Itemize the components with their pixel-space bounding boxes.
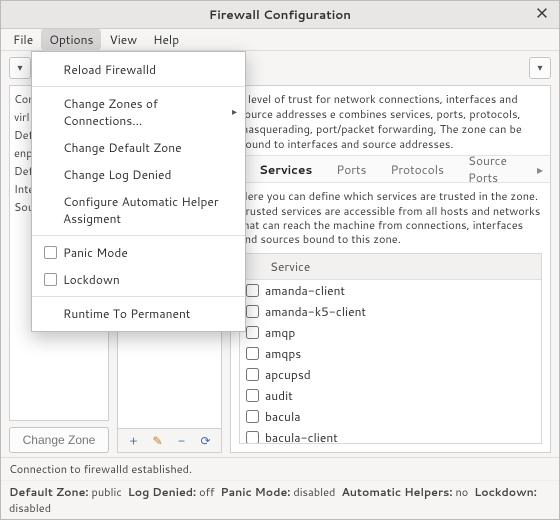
service-label: bacula-client [265,429,338,443]
menu-change-log-denied[interactable]: Change Log Denied [32,161,245,188]
zone-detail-pane: e level of trust for network connections… [230,85,551,453]
menu-runtime-to-permanent[interactable]: Runtime To Permanent [32,300,245,327]
status-connection: Connection to firewalld established. [1,457,559,480]
services-scroll[interactable]: amanda-client amanda-k5-client amqp amqps ap… [240,280,541,443]
zone-toolbar: + ✎ − ⟳ [117,429,222,453]
menu-change-zones-connections[interactable]: Change Zones of Connections...▸ [32,90,245,134]
service-row[interactable]: amanda-k5-client [240,301,541,322]
service-row[interactable]: bacula [240,406,541,427]
menu-view[interactable]: View [101,29,145,50]
service-checkbox[interactable] [246,431,259,443]
service-checkbox[interactable] [246,347,259,360]
service-label: amqps [265,345,301,362]
menu-lockdown[interactable]: Lockdown [32,266,245,293]
remove-zone-icon[interactable]: − [175,432,189,449]
tab-protocols[interactable]: Protocols [378,156,456,183]
menu-help[interactable]: Help [145,29,187,50]
service-checkbox[interactable] [246,410,259,423]
toolbar-dropdown-button[interactable]: ▾ [529,57,551,79]
service-checkbox[interactable] [246,284,259,297]
services-header: Service [240,254,541,280]
window-title: Firewall Configuration [209,6,351,23]
service-row[interactable]: bacula-client [240,427,541,443]
services-table: Service amanda-client amanda-k5-client amq… [239,253,542,444]
checkbox-icon [44,246,57,259]
service-checkbox[interactable] [246,368,259,381]
zone-description: e level of trust for network connections… [231,86,550,155]
toolbar-arrow-button[interactable]: ▾ [9,57,31,79]
tab-ports[interactable]: Ports [324,156,378,183]
menu-change-default-zone[interactable]: Change Default Zone [32,134,245,161]
tab-scroll-right-icon[interactable]: ▸ [534,161,546,178]
inner-tab-strip: ◂ Services Ports Protocols Source Ports … [231,155,550,183]
service-checkbox[interactable] [246,326,259,339]
service-label: amanda-k5-client [265,303,366,320]
tab-services[interactable]: Services [247,156,324,183]
menu-panic-mode[interactable]: Panic Mode [32,239,245,266]
service-label: amanda-client [265,282,345,299]
menu-configure-helper[interactable]: Configure Automatic Helper Assigment [32,188,245,232]
service-checkbox[interactable] [246,305,259,318]
service-label: apcupsd [265,366,311,383]
service-label: bacula [265,408,301,425]
add-zone-icon[interactable]: + [127,432,141,449]
services-description: Here you can define which services are t… [231,183,550,248]
reload-zone-icon[interactable]: ⟳ [199,432,213,449]
status-summary: Default Zone: public Log Denied: off Pan… [1,480,559,519]
menubar: File Options View Help [1,29,559,51]
service-checkbox[interactable] [246,389,259,402]
service-label: audit [265,387,293,404]
service-row[interactable]: amqp [240,322,541,343]
titlebar: Firewall Configuration [1,1,559,29]
menu-options[interactable]: Options [41,29,101,50]
service-label: amqp [265,324,295,341]
service-row[interactable]: amqps [240,343,541,364]
options-menu: Reload Firewalld Change Zones of Connect… [31,51,246,332]
services-header-label: Service [270,258,310,275]
checkbox-icon [44,273,57,286]
service-row[interactable]: amanda-client [240,280,541,301]
window: Firewall Configuration File Options View… [0,0,560,520]
edit-zone-icon[interactable]: ✎ [151,432,165,449]
service-row[interactable]: audit [240,385,541,406]
menu-reload-firewalld[interactable]: Reload Firewalld [32,56,245,83]
menu-file[interactable]: File [5,29,41,50]
service-row[interactable]: apcupsd [240,364,541,385]
change-zone-button[interactable]: Change Zone [9,427,109,453]
close-icon[interactable] [535,6,551,22]
